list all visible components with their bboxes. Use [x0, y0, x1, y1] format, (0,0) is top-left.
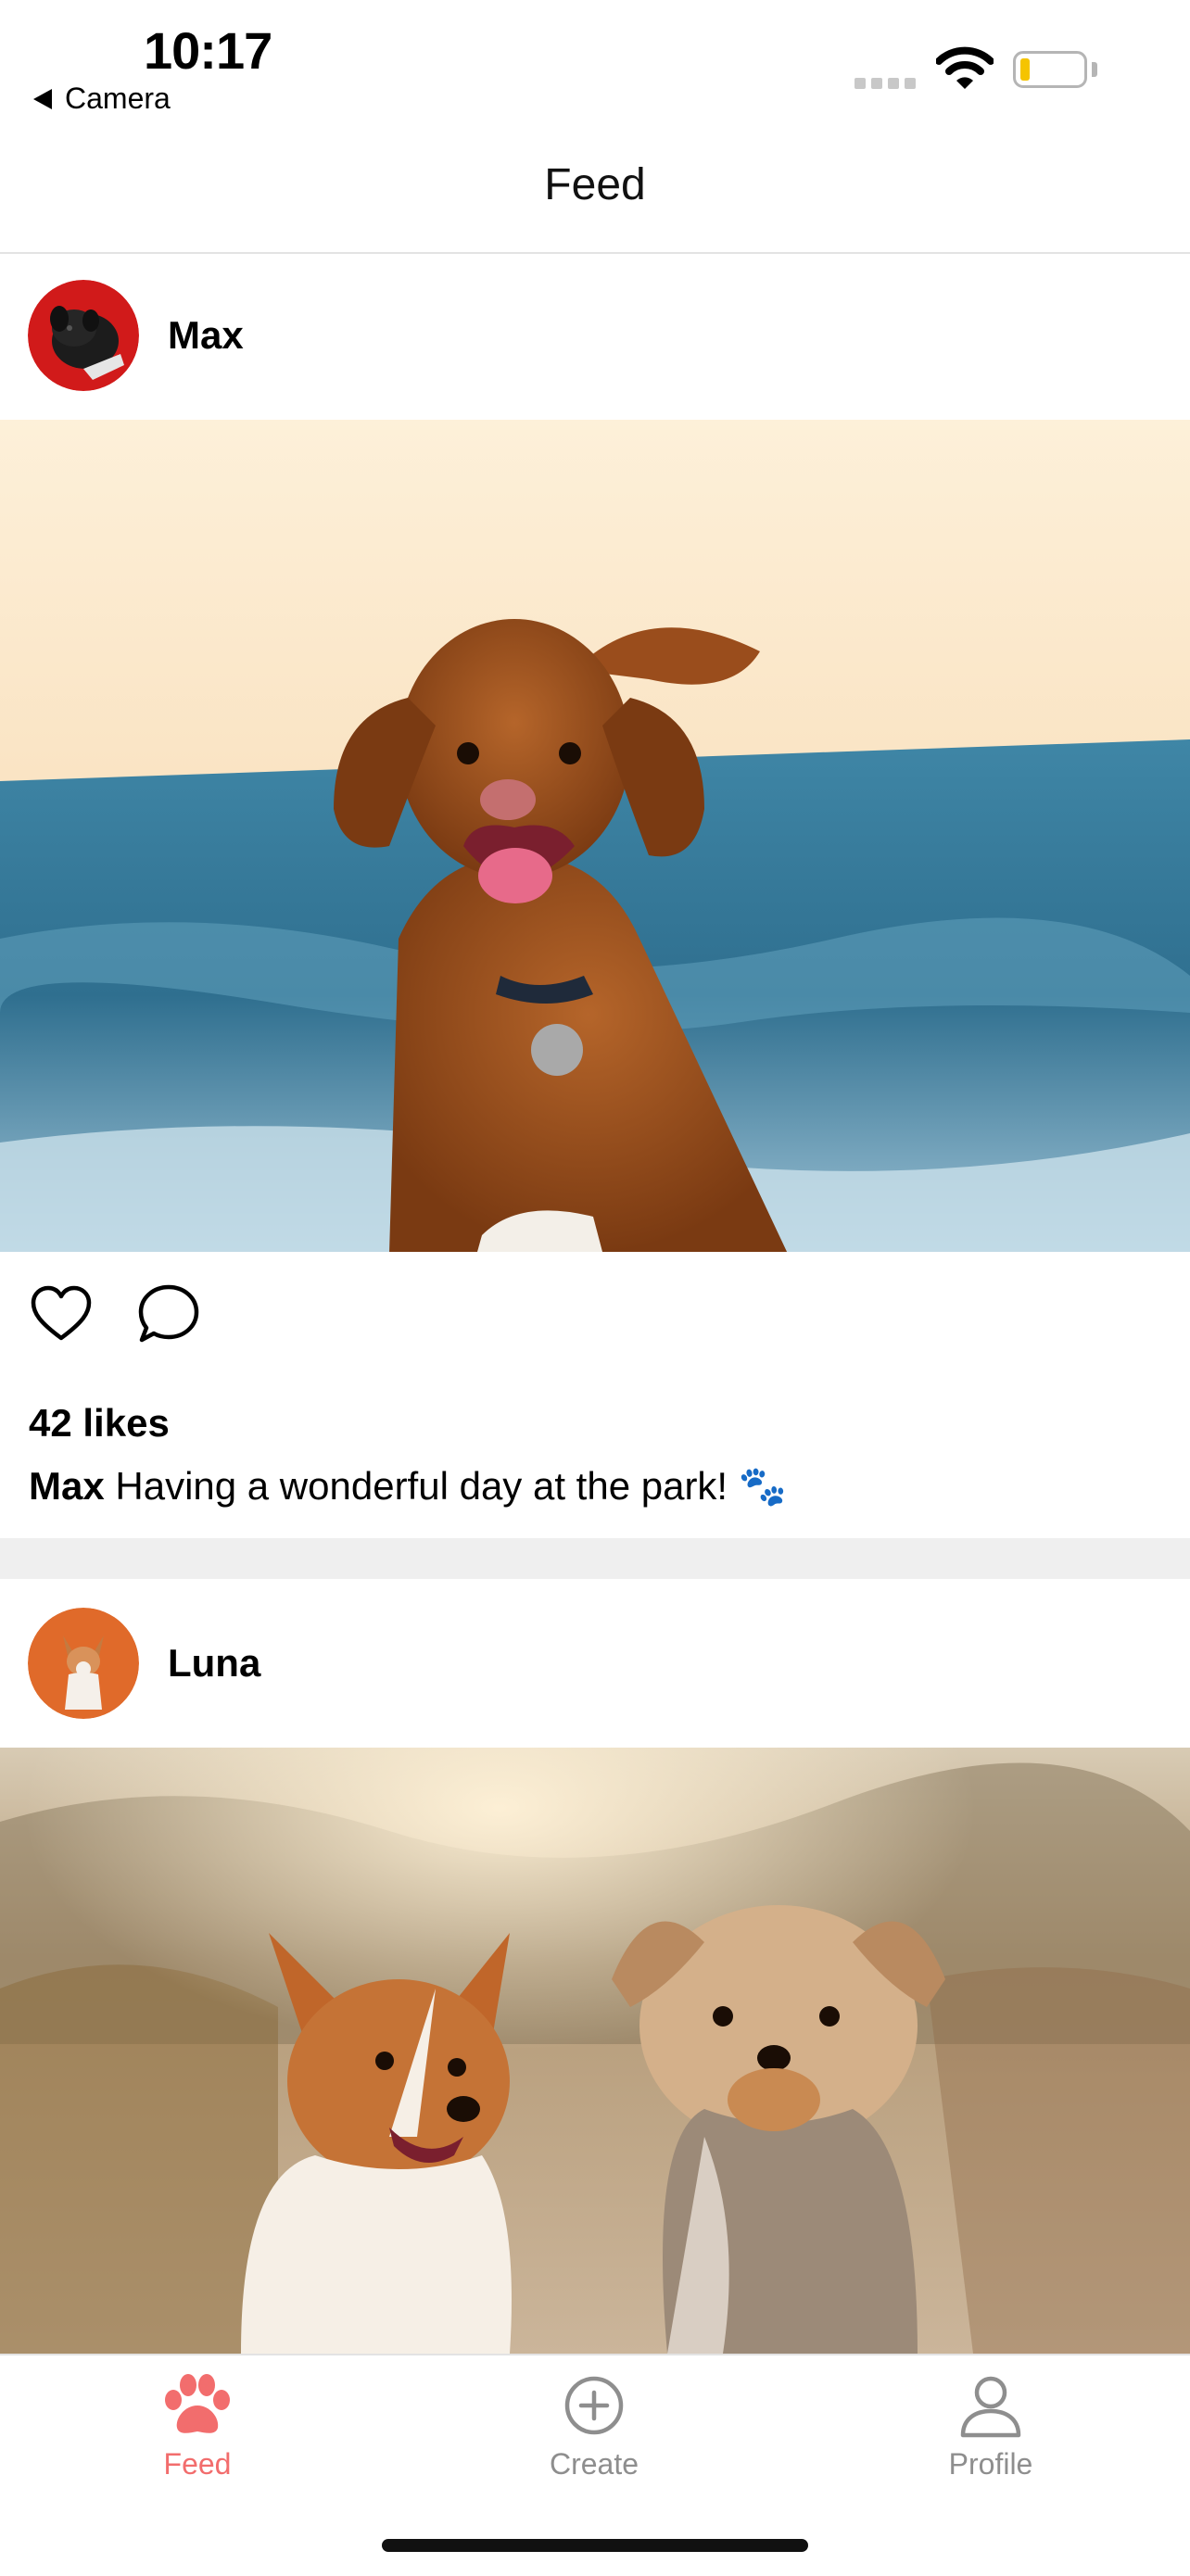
- tab-profile[interactable]: Profile: [870, 2372, 1111, 2481]
- battery-tip: [1092, 62, 1097, 77]
- back-label: Camera: [65, 82, 171, 115]
- post-username[interactable]: Max: [168, 313, 244, 358]
- avatar-luna-image: [28, 1608, 139, 1719]
- back-arrow-icon: [33, 88, 52, 109]
- tab-create[interactable]: Create: [474, 2372, 715, 2481]
- dog-beach-image: [0, 420, 1190, 1252]
- post-photo-max[interactable]: [0, 420, 1190, 1252]
- post-username-luna[interactable]: Luna: [168, 1641, 260, 1686]
- caption-username[interactable]: Max: [29, 1464, 105, 1508]
- cellular-signal-icon: [855, 78, 916, 89]
- caption-text: Having a wonderful day at the park! 🐾: [115, 1464, 788, 1508]
- paw-icon: [165, 2374, 230, 2433]
- two-dogs-image: [0, 1748, 1190, 2354]
- person-icon: [960, 2376, 1021, 2438]
- wifi-icon: [936, 46, 994, 89]
- home-indicator: [382, 2539, 808, 2552]
- page-title: Feed: [544, 160, 646, 209]
- avatar-max-image: [28, 280, 139, 391]
- tab-profile-label: Profile: [948, 2447, 1033, 2481]
- plus-circle-icon: [564, 2376, 624, 2435]
- status-time: 10:17: [144, 21, 272, 80]
- avatar-max[interactable]: [28, 280, 139, 391]
- tab-create-label: Create: [549, 2447, 639, 2481]
- nav-divider: [0, 252, 1190, 254]
- avatar-luna[interactable]: [28, 1608, 139, 1719]
- battery-icon: [1013, 51, 1087, 88]
- tab-feed-label: Feed: [163, 2447, 232, 2481]
- comment-bubble-icon[interactable]: [136, 1282, 201, 1346]
- post-photo-luna[interactable]: [0, 1748, 1190, 2354]
- like-heart-icon[interactable]: [29, 1282, 94, 1346]
- post-divider: [0, 1538, 1190, 1579]
- likes-count: 42 likes: [29, 1401, 170, 1445]
- back-to-camera-button[interactable]: Camera: [33, 82, 171, 116]
- tab-feed[interactable]: Feed: [77, 2372, 318, 2481]
- post-caption: Max Having a wonderful day at the park! …: [29, 1464, 787, 1509]
